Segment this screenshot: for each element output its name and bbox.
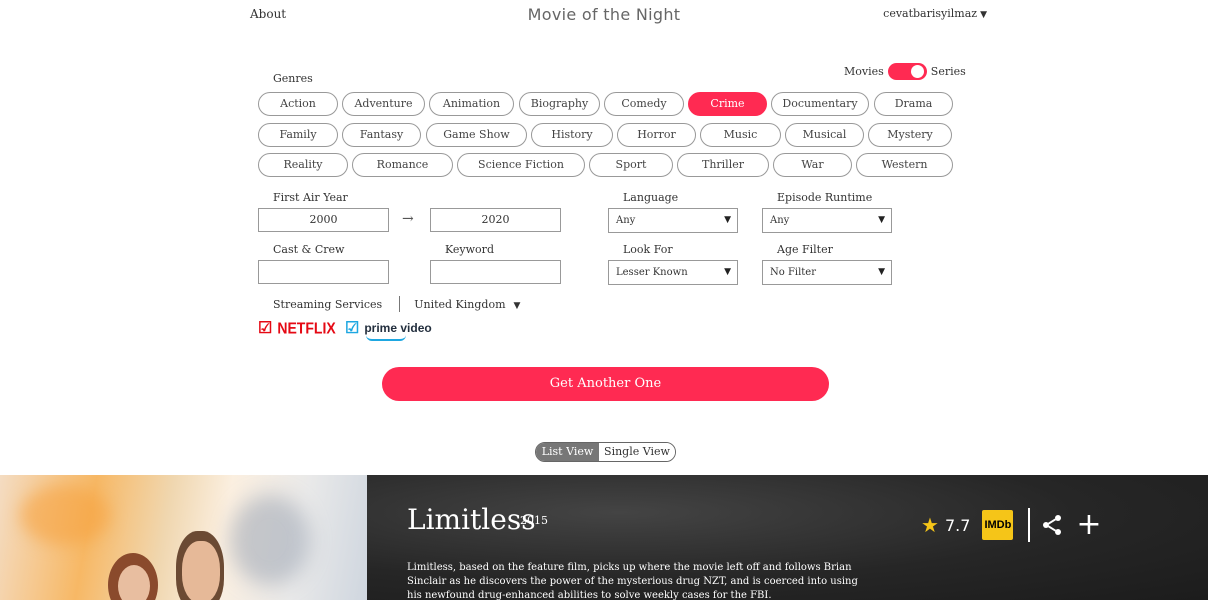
genre-family[interactable]: Family	[258, 123, 338, 147]
language-select[interactable]: Any ▼	[608, 208, 738, 233]
language-value: Any	[616, 215, 636, 226]
genre-action[interactable]: Action	[258, 92, 338, 116]
genre-animation[interactable]: Animation	[429, 92, 514, 116]
chevron-down-icon: ▼	[513, 300, 521, 311]
cast-crew-input[interactable]	[258, 260, 389, 284]
genre-history[interactable]: History	[531, 123, 613, 147]
genre-war[interactable]: War	[773, 153, 852, 177]
first-air-year-label: First Air Year	[273, 191, 348, 204]
genre-crime[interactable]: Crime	[688, 92, 767, 116]
show-year: 2015	[520, 514, 548, 527]
genre-musical[interactable]: Musical	[785, 123, 864, 147]
share-icon[interactable]	[1040, 513, 1064, 537]
toggle-knob	[910, 65, 924, 78]
series-label[interactable]: Series	[931, 65, 966, 78]
year-from-input[interactable]: 2000	[258, 208, 389, 232]
rating-value: 7.7	[944, 515, 971, 535]
arrow-right-icon: →	[402, 211, 414, 227]
checkbox-checked-icon[interactable]: ☑	[345, 318, 359, 337]
year-to-input[interactable]: 2020	[430, 208, 561, 232]
genre-drama[interactable]: Drama	[874, 92, 953, 116]
look-for-value: Lesser Known	[616, 267, 688, 278]
prime-video-service[interactable]: ☑ prime video	[345, 318, 432, 341]
poster-person-face	[182, 541, 220, 600]
poster-light-blob	[20, 485, 110, 545]
add-icon[interactable]: +	[1076, 510, 1101, 540]
single-view-option[interactable]: Single View	[599, 443, 675, 461]
episode-runtime-select[interactable]: Any ▼	[762, 208, 892, 233]
poster-light-blob	[230, 495, 310, 585]
genre-romance[interactable]: Romance	[352, 153, 453, 177]
user-name: cevatbarisyilmaz	[883, 7, 978, 20]
genre-western[interactable]: Western	[856, 153, 953, 177]
genre-game-show[interactable]: Game Show	[426, 123, 527, 147]
show-overview: Limitless, based on the feature film, pi…	[407, 562, 858, 600]
chevron-down-icon: ▼	[878, 215, 885, 225]
genre-biography[interactable]: Biography	[519, 92, 600, 116]
poster-person-face	[118, 565, 150, 600]
show-poster[interactable]	[0, 475, 367, 600]
genre-adventure[interactable]: Adventure	[342, 92, 425, 116]
view-switch: List View Single View	[535, 442, 676, 462]
star-icon: ★	[921, 513, 939, 537]
prime-smile-icon	[366, 335, 407, 341]
country-select[interactable]: United Kingdom ▼	[414, 298, 520, 311]
genre-mystery[interactable]: Mystery	[868, 123, 952, 147]
prime-video-text: prime video	[364, 320, 432, 335]
streaming-services-label: Streaming Services	[273, 297, 383, 311]
streaming-row: Streaming Services United Kingdom ▼	[273, 296, 520, 312]
site-title: Movie of the Night	[527, 5, 681, 24]
show-title: Limitless	[407, 503, 536, 536]
netflix-logo: NETFLIX	[277, 318, 336, 337]
age-filter-value: No Filter	[770, 267, 817, 278]
chevron-down-icon: ▼	[724, 215, 731, 225]
keyword-input[interactable]	[430, 260, 561, 284]
get-another-one-button[interactable]: Get Another One	[382, 367, 829, 401]
user-menu[interactable]: cevatbarisyilmaz ▼	[883, 7, 987, 20]
divider	[399, 296, 401, 312]
chevron-down-icon: ▼	[724, 267, 731, 277]
genres-label: Genres	[273, 72, 313, 85]
genre-comedy[interactable]: Comedy	[604, 92, 684, 116]
look-for-label: Look For	[623, 243, 673, 256]
genre-music[interactable]: Music	[700, 123, 781, 147]
genre-fantasy[interactable]: Fantasy	[342, 123, 421, 147]
type-toggle-group: Movies Series	[844, 63, 966, 80]
chevron-down-icon: ▼	[878, 267, 885, 277]
age-filter-label: Age Filter	[777, 243, 833, 256]
look-for-select[interactable]: Lesser Known ▼	[608, 260, 738, 285]
genre-science-fiction[interactable]: Science Fiction	[457, 153, 585, 177]
genre-documentary[interactable]: Documentary	[771, 92, 869, 116]
genre-thriller[interactable]: Thriller	[677, 153, 769, 177]
movies-series-toggle[interactable]	[887, 63, 927, 80]
keyword-label: Keyword	[445, 243, 494, 256]
caret-down-icon: ▼	[980, 10, 987, 20]
top-nav: About Movie of the Night cevatbarisyilma…	[0, 0, 1208, 30]
language-label: Language	[623, 191, 679, 204]
list-view-option[interactable]: List View	[536, 443, 599, 461]
genre-sport[interactable]: Sport	[589, 153, 673, 177]
show-info-panel: Limitless 2015 ★ 7.7 IMDb + Limitless, b…	[367, 475, 1208, 600]
cast-crew-label: Cast & Crew	[273, 243, 345, 256]
episode-runtime-value: Any	[770, 215, 790, 226]
imdb-icon[interactable]: IMDb	[982, 510, 1014, 540]
genre-horror[interactable]: Horror	[617, 123, 696, 147]
genre-reality[interactable]: Reality	[258, 153, 348, 177]
netflix-service[interactable]: ☑ NETFLIX	[258, 318, 336, 337]
prime-video-logo: prime video	[364, 320, 432, 341]
checkbox-checked-icon[interactable]: ☑	[258, 318, 272, 337]
age-filter-select[interactable]: No Filter ▼	[762, 260, 892, 285]
movies-label[interactable]: Movies	[844, 65, 884, 78]
country-value: United Kingdom	[414, 297, 506, 311]
result-card: Limitless 2015 ★ 7.7 IMDb + Limitless, b…	[0, 475, 1208, 600]
rating-row: ★ 7.7 IMDb +	[921, 508, 1102, 542]
divider	[1028, 508, 1031, 542]
episode-runtime-label: Episode Runtime	[777, 191, 873, 204]
